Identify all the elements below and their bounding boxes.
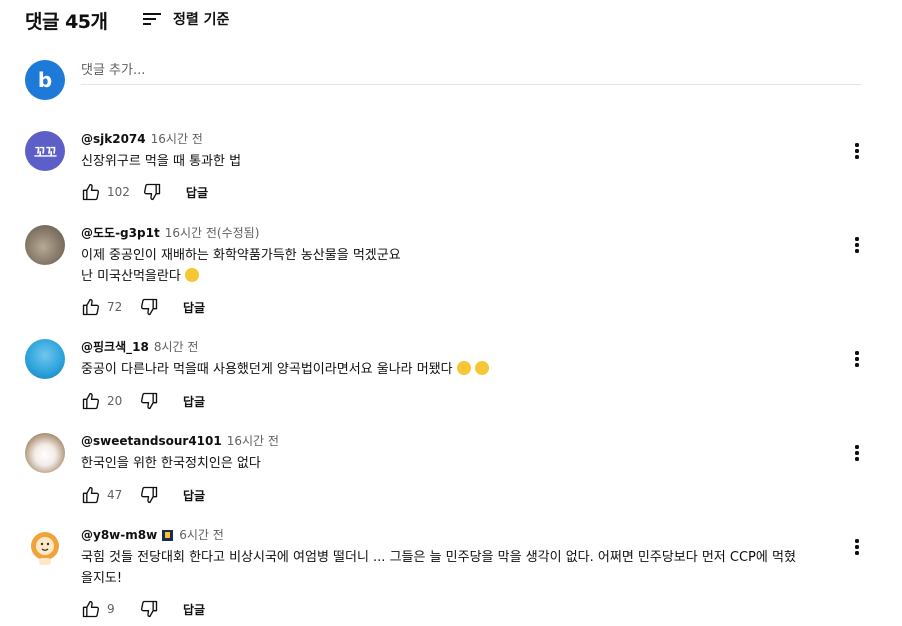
- avatar[interactable]: [25, 527, 65, 567]
- comment-text: 중공이 다른나라 먹을때 사용했던게 양곡법이라면서요 울나라 머됐다: [81, 359, 851, 380]
- membership-badge-icon: [162, 529, 174, 541]
- comment-text: 신장위구르 먹을 때 통과한 법: [81, 151, 851, 172]
- lion-avatar-icon: [31, 532, 59, 565]
- sad-emoji-icon: [456, 361, 471, 375]
- reply-button[interactable]: 답글: [183, 393, 205, 410]
- like-count: 102: [107, 185, 130, 199]
- like-count: 9: [107, 602, 115, 616]
- sort-icon: [143, 12, 161, 26]
- reply-button[interactable]: 답글: [183, 299, 205, 316]
- comment-body: @도도-g3p1t 16시간 전(수정됨) 이제 중공인이 재배하는 화학약품가…: [81, 225, 851, 316]
- like-count: 72: [107, 300, 123, 314]
- like-icon[interactable]: [81, 297, 101, 317]
- comment-text: 이제 중공인이 재배하는 화학약품가득한 농산물을 먹겠군요 난 미국산먹을란다: [81, 245, 851, 287]
- comment-line: 을지도!: [81, 571, 123, 586]
- comments-section: 댓글 45개 정렬 기준 b 꼬꼬 @sjk2074 16시간 전 신장위구르 …: [0, 0, 902, 626]
- comment-actions: 72 답글: [81, 295, 205, 319]
- more-actions-icon[interactable]: [849, 347, 865, 371]
- timestamp[interactable]: 16시간 전(수정됨): [165, 225, 260, 241]
- comment-actions: 102 답글: [81, 180, 208, 204]
- comment-actions: 47 답글: [81, 483, 205, 507]
- dislike-icon[interactable]: [139, 297, 159, 317]
- more-actions-icon[interactable]: [849, 233, 865, 257]
- comment-actions: 20 답글: [81, 389, 205, 413]
- reply-button[interactable]: 답글: [183, 487, 205, 504]
- author-name[interactable]: @sweetandsour4101: [81, 433, 222, 449]
- avatar[interactable]: 꼬꼬: [25, 131, 65, 171]
- dislike-icon[interactable]: [139, 391, 159, 411]
- comment-line: 국힘 것들 전당대회 한다고 비상시국에 여엄병 떨더니 ... 그들은 늘 민…: [81, 550, 796, 565]
- like-icon[interactable]: [81, 182, 101, 202]
- comment-body: @sweetandsour4101 16시간 전 한국인을 위한 한국정치인은 …: [81, 433, 851, 504]
- author-name[interactable]: @도도-g3p1t: [81, 225, 160, 241]
- comment-line: 중공이 다른나라 먹을때 사용했던게 양곡법이라면서요 울나라 머됐다: [81, 362, 453, 377]
- comment-body: @핑크색_18 8시간 전 중공이 다른나라 먹을때 사용했던게 양곡법이라면서…: [81, 339, 851, 410]
- like-icon[interactable]: [81, 485, 101, 505]
- sort-button[interactable]: 정렬 기준: [143, 9, 229, 29]
- avatar[interactable]: [25, 225, 65, 265]
- sad-emoji-icon: [474, 361, 489, 375]
- reply-button[interactable]: 답글: [183, 601, 205, 618]
- author-name[interactable]: @y8w-m8w: [81, 527, 157, 543]
- add-comment-row: b: [25, 58, 862, 100]
- avatar[interactable]: [25, 433, 65, 473]
- comment-line: 한국인을 위한 한국정치인은 없다: [81, 456, 261, 471]
- avatar[interactable]: b: [25, 60, 65, 100]
- timestamp[interactable]: 16시간 전: [227, 433, 279, 449]
- comment-actions: 9 답글: [81, 597, 205, 621]
- timestamp[interactable]: 16시간 전: [151, 131, 203, 147]
- comment-count: 댓글 45개: [25, 10, 108, 33]
- author-name[interactable]: @sjk2074: [81, 131, 146, 147]
- sort-label: 정렬 기준: [173, 12, 230, 28]
- comment-line: 난 미국산먹을란다: [81, 269, 181, 284]
- more-actions-icon[interactable]: [849, 535, 865, 559]
- smile-emoji-icon: [184, 268, 199, 282]
- author-name[interactable]: @핑크색_18: [81, 339, 149, 355]
- like-count: 47: [107, 488, 123, 502]
- more-actions-icon[interactable]: [849, 139, 865, 163]
- avatar[interactable]: [25, 339, 65, 379]
- dislike-icon[interactable]: [142, 182, 162, 202]
- comment-line: 신장위구르 먹을 때 통과한 법: [81, 154, 242, 169]
- timestamp[interactable]: 6시간 전: [179, 527, 224, 543]
- more-actions-icon[interactable]: [849, 441, 865, 465]
- comment-line: 이제 중공인이 재배하는 화학약품가득한 농산물을 먹겠군요: [81, 248, 401, 263]
- comment-body: @sjk2074 16시간 전 신장위구르 먹을 때 통과한 법 102 답글: [81, 131, 851, 201]
- like-count: 20: [107, 394, 123, 408]
- comment-input[interactable]: [81, 58, 862, 85]
- like-icon[interactable]: [81, 599, 101, 619]
- comment-body: @y8w-m8w 6시간 전 국힘 것들 전당대회 한다고 비상시국에 여엄병 …: [81, 527, 851, 618]
- timestamp[interactable]: 8시간 전: [154, 339, 199, 355]
- dislike-icon[interactable]: [139, 485, 159, 505]
- reply-button[interactable]: 답글: [186, 184, 208, 201]
- comment-text: 국힘 것들 전당대회 한다고 비상시국에 여엄병 떨더니 ... 그들은 늘 민…: [81, 547, 851, 589]
- like-icon[interactable]: [81, 391, 101, 411]
- comment-text: 한국인을 위한 한국정치인은 없다: [81, 453, 851, 474]
- dislike-icon[interactable]: [139, 599, 159, 619]
- comments-header: 댓글 45개: [25, 7, 108, 33]
